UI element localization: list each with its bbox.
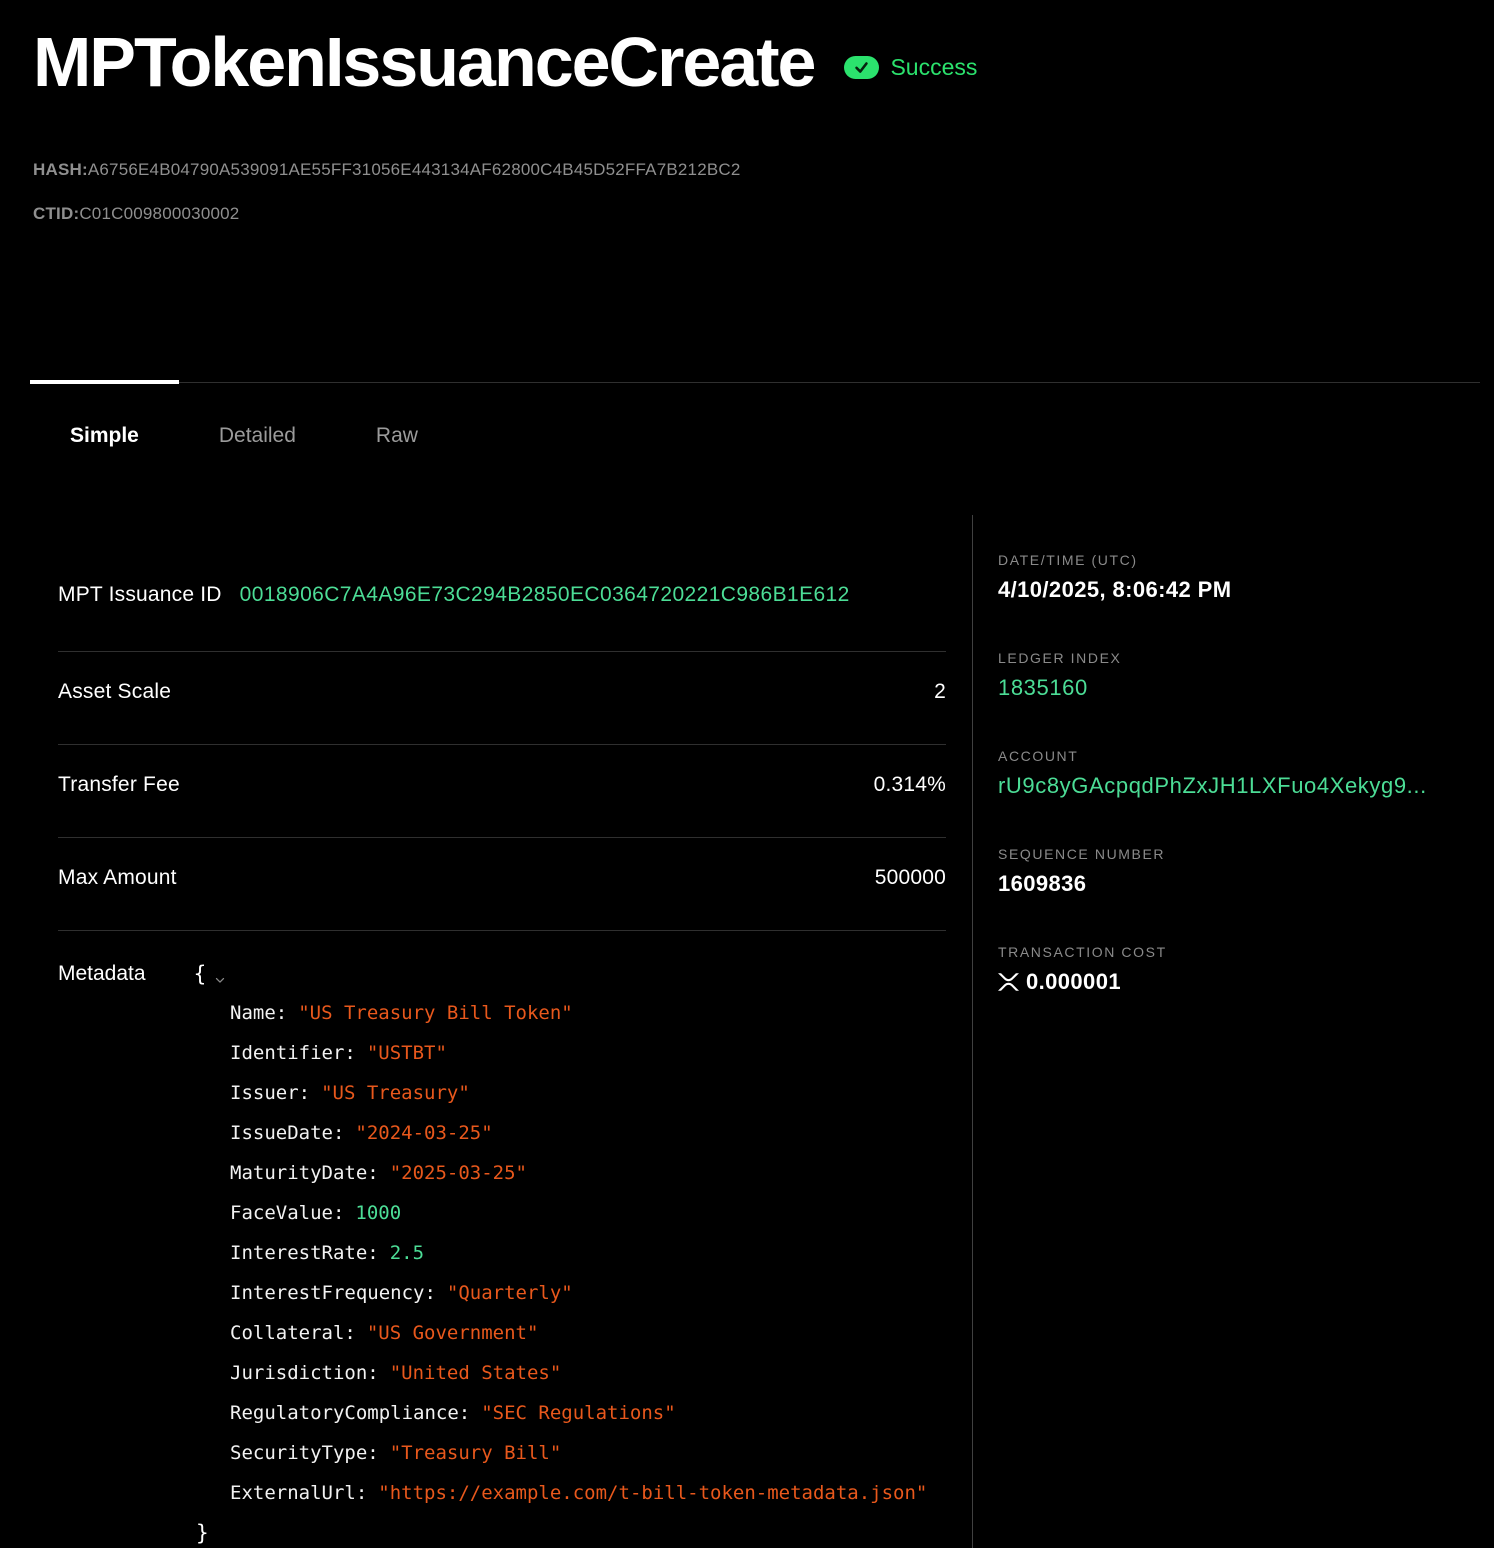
tab-detailed[interactable]: Detailed [179,383,336,449]
header: MPTokenIssuanceCreate Success [0,0,1494,100]
mpt-issuance-id-label: MPT Issuance ID [58,583,222,607]
metadata-entry: Jurisdiction:"United States" [230,1353,946,1393]
asset-scale-label: Asset Scale [58,680,171,704]
xrp-icon [998,973,1019,991]
metadata-entry: Collateral:"US Government" [230,1313,946,1353]
metadata-entry: IssueDate:"2024-03-25" [230,1113,946,1153]
datetime-value: 4/10/2025, 8:06:42 PM [998,577,1474,603]
transaction-sidebar: DATE/TIME (UTC) 4/10/2025, 8:06:42 PM LE… [972,515,1494,1548]
metadata-entry: InterestFrequency:"Quarterly" [230,1273,946,1313]
metadata-entry: Name:"US Treasury Bill Token" [230,993,946,1033]
metadata-json: Name:"US Treasury Bill Token" Identifier… [230,993,946,1513]
transaction-cost-value: 0.000001 [1026,969,1121,995]
status-badge: Success [844,54,977,81]
sequence-number-label: SEQUENCE NUMBER [998,846,1474,862]
row-transfer-fee: Transfer Fee 0.314% [58,745,946,838]
transfer-fee-label: Transfer Fee [58,773,180,797]
tab-simple[interactable]: Simple [30,383,179,449]
mpt-issuance-id-value[interactable]: 0018906C7A4A96E73C294B2850EC0364720221C9… [240,583,850,607]
tab-bar: Simple Detailed Raw [30,382,1480,449]
status-text: Success [890,54,977,81]
metadata-entry: Identifier:"USTBT" [230,1033,946,1073]
metadata-label: Metadata [58,962,146,986]
ledger-index-label: LEDGER INDEX [998,650,1474,666]
sequence-number-value: 1609836 [998,871,1474,897]
ledger-index-value[interactable]: 1835160 [998,675,1474,701]
row-asset-scale: Asset Scale 2 [58,652,946,745]
metadata-entry: SecurityType:"Treasury Bill" [230,1433,946,1473]
hash-label: HASH: [33,160,88,179]
metadata-entry: FaceValue:1000 [230,1193,946,1233]
account-label: ACCOUNT [998,748,1474,764]
sidebar-item-account: ACCOUNT rU9c8yGAcpqdPhZxJH1LXFuo4Xekyg9.… [998,748,1474,799]
ctid-value: C01C009800030002 [79,204,239,223]
hash-value: A6756E4B04790A539091AE55FF31056E443134AF… [88,160,741,179]
sidebar-item-datetime: DATE/TIME (UTC) 4/10/2025, 8:06:42 PM [998,552,1474,603]
metadata-open-brace: { [194,962,207,986]
asset-scale-value: 2 [934,680,946,704]
success-check-icon [844,56,879,79]
datetime-label: DATE/TIME (UTC) [998,552,1474,568]
hash-row: HASH:A6756E4B04790A539091AE55FF31056E443… [33,160,1461,180]
metadata-entry: Issuer:"US Treasury" [230,1073,946,1113]
metadata-entry: InterestRate:2.5 [230,1233,946,1273]
sidebar-item-ledger-index: LEDGER INDEX 1835160 [998,650,1474,701]
transaction-details: MPT Issuance ID 0018906C7A4A96E73C294B28… [58,515,946,1548]
sidebar-item-sequence-number: SEQUENCE NUMBER 1609836 [998,846,1474,897]
row-metadata: Metadata { Name:"US Treasury Bill Token"… [58,931,946,1548]
row-max-amount: Max Amount 500000 [58,838,946,931]
ctid-label: CTID: [33,204,79,223]
account-value[interactable]: rU9c8yGAcpqdPhZxJH1LXFuo4Xekyg9... [998,773,1474,799]
main-content: MPT Issuance ID 0018906C7A4A96E73C294B28… [0,515,1494,1548]
metadata-entry: ExternalUrl:"https://example.com/t-bill-… [230,1473,946,1513]
metadata-entry: RegulatoryCompliance:"SEC Regulations" [230,1393,946,1433]
ctid-row: CTID:C01C009800030002 [33,204,1461,224]
transfer-fee-value: 0.314% [874,773,946,797]
chevron-down-icon[interactable] [213,973,227,987]
max-amount-value: 500000 [875,866,946,890]
max-amount-label: Max Amount [58,866,177,890]
metadata-close-brace: } [196,1513,946,1548]
tab-raw[interactable]: Raw [336,383,458,449]
page-title: MPTokenIssuanceCreate [33,26,814,100]
row-mpt-issuance-id: MPT Issuance ID 0018906C7A4A96E73C294B28… [58,515,946,652]
transaction-cost-label: TRANSACTION COST [998,944,1474,960]
sidebar-item-transaction-cost: TRANSACTION COST 0.000001 [998,944,1474,995]
metadata-entry: MaturityDate:"2025-03-25" [230,1153,946,1193]
